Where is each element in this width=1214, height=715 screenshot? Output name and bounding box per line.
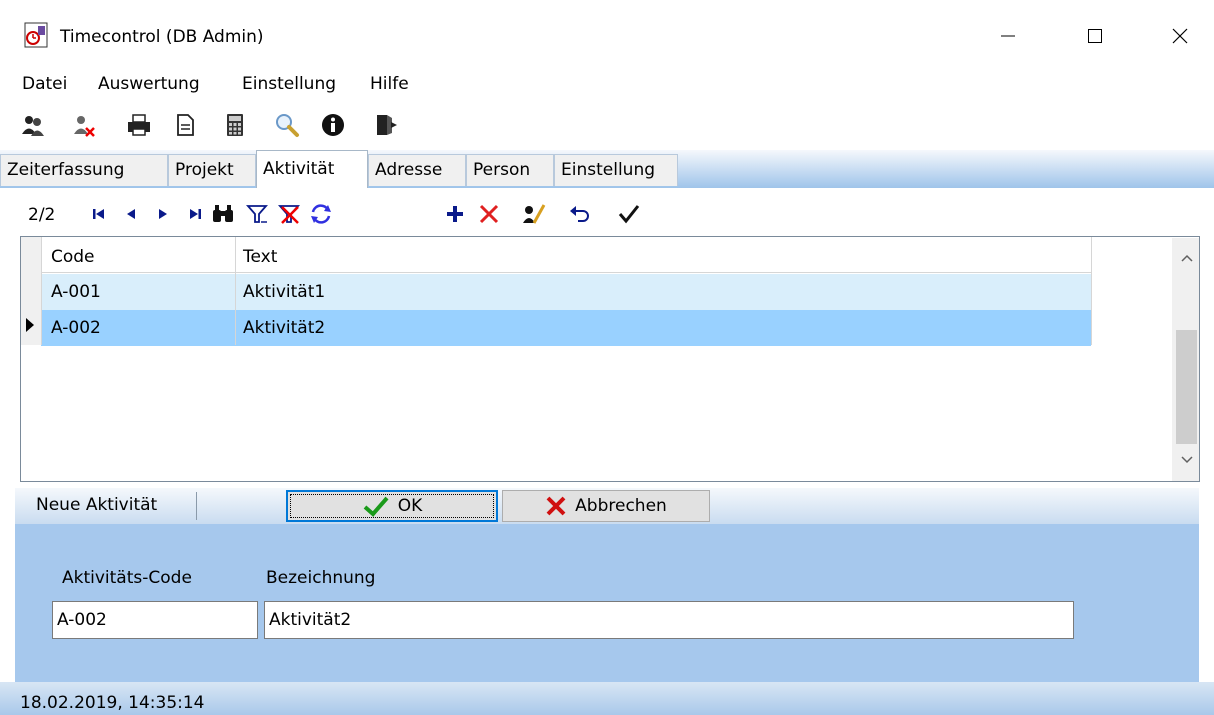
tab-einstellung[interactable]: Einstellung [554,154,678,186]
column-header-text[interactable]: Text [243,247,277,267]
next-record-icon[interactable] [150,201,176,227]
record-position: 2/2 [28,205,56,225]
cell-text: Aktivität2 [243,318,326,338]
column-divider [41,237,42,345]
first-record-icon[interactable] [86,201,112,227]
cross-icon [546,496,566,516]
app-icon [24,22,48,48]
ok-button[interactable]: OK [286,490,498,522]
delete-record-icon[interactable] [476,201,502,227]
tab-zeiterfassung[interactable]: Zeiterfassung [0,154,168,186]
name-field-label: Bezeichnung [266,568,376,588]
cell-text: Aktivität1 [243,282,326,302]
minimize-icon [1001,35,1015,37]
cancel-button[interactable]: Abbrechen [502,490,710,522]
calculator-icon[interactable] [222,112,248,138]
last-record-icon[interactable] [182,201,208,227]
status-datetime: 18.02.2019, 14:35:14 [20,693,205,713]
maximize-icon [1088,29,1102,43]
post-record-icon[interactable] [616,201,642,227]
search-icon[interactable] [274,112,300,138]
tab-projekt[interactable]: Projekt [168,154,256,186]
scroll-down-icon[interactable] [1176,450,1197,470]
document-icon[interactable] [172,112,198,138]
menu-einstellung[interactable]: Einstellung [242,74,336,94]
tab-adresse[interactable]: Adresse [368,154,466,186]
table-row[interactable]: A-001 Aktivität1 [41,274,1091,310]
cell-code: A-001 [51,282,101,302]
code-field[interactable] [52,601,258,639]
cancel-label: Abbrechen [575,496,667,516]
users-icon[interactable] [20,112,46,138]
code-field-label: Aktivitäts-Code [62,568,192,588]
column-divider [1091,237,1092,345]
maximize-button[interactable] [1073,16,1117,56]
window-title: Timecontrol (DB Admin) [60,27,264,47]
column-divider [235,237,236,345]
menu-datei[interactable]: Datei [22,74,67,94]
close-icon [1172,28,1188,44]
table-row[interactable]: A-002 Aktivität2 [41,310,1091,346]
column-header-code[interactable]: Code [51,247,95,267]
cell-code: A-002 [51,318,101,338]
current-row-arrow-icon [26,318,34,332]
info-icon[interactable] [320,112,346,138]
edit-record-icon[interactable] [520,201,546,227]
filter-icon[interactable] [244,201,270,227]
clear-filter-icon[interactable] [276,201,302,227]
edit-mode-label: Neue Aktivität [36,495,158,515]
focus-rectangle [290,494,494,518]
tab-person[interactable]: Person [466,154,554,186]
print-icon[interactable] [126,112,152,138]
separator [196,492,197,520]
binoculars-icon[interactable] [210,201,236,227]
exit-icon[interactable] [372,112,398,138]
refresh-icon[interactable] [308,201,334,227]
name-field[interactable] [264,601,1074,639]
undo-icon[interactable] [566,201,592,227]
add-record-icon[interactable] [442,201,468,227]
close-button[interactable] [1158,16,1202,56]
menu-hilfe[interactable]: Hilfe [370,74,409,94]
scrollbar-thumb[interactable] [1176,330,1197,444]
scroll-up-icon[interactable] [1176,248,1197,268]
minimize-button[interactable] [986,16,1030,56]
user-remove-icon[interactable] [70,112,96,138]
tab-aktivitaet[interactable]: Aktivität [256,150,368,188]
menu-auswertung[interactable]: Auswertung [98,74,200,94]
previous-record-icon[interactable] [118,201,144,227]
grid-header: Code Text [41,237,1091,273]
